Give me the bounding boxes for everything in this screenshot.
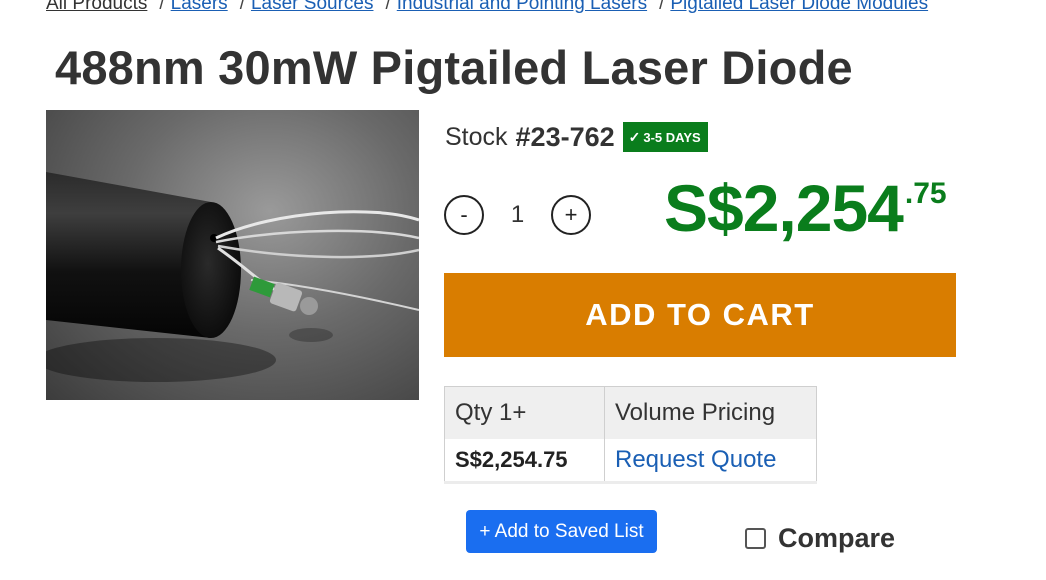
table-row: S$2,254.75 Request Quote [444,439,817,484]
breadcrumb-link-all-products[interactable]: All Products [46,0,147,15]
breadcrumb-link-lasers[interactable]: Lasers [171,0,228,15]
pricing-header-volume: Volume Pricing [604,386,817,439]
price-cents: .75 [904,177,947,210]
availability-badge: ✓ 3-5 DAYS [622,122,708,152]
stock-label: Stock [445,122,508,151]
availability-text: 3-5 DAYS [643,129,701,145]
stock-number: #23-762 [515,121,615,152]
request-quote-link[interactable]: Request Quote [604,439,817,484]
compare-label: Compare [778,523,896,553]
compare-toggle[interactable]: Compare [745,523,895,554]
breadcrumb-separator: / [239,0,245,14]
add-to-saved-list-button[interactable]: + Add to Saved List [466,510,657,553]
add-to-cart-button[interactable]: ADD TO CART [444,273,956,357]
pricing-header-qty: Qty 1+ [444,386,605,439]
quantity-stepper: - 1 + [444,195,591,235]
stock-info: Stock #23-762 ✓ 3-5 DAYS [445,118,708,156]
compare-checkbox[interactable] [745,528,766,549]
quantity-value[interactable]: 1 [484,201,551,229]
breadcrumb-link-laser-sources[interactable]: Laser Sources [251,0,374,15]
price-main: S$2,254 [664,171,904,245]
pricing-table-header: Qty 1+ Volume Pricing [444,386,817,439]
pricing-cell-price: S$2,254.75 [444,439,605,484]
breadcrumb-separator: / [159,0,165,14]
quantity-increment-button[interactable]: + [551,195,591,235]
breadcrumb-link-pigtailed-laser-diode-modules[interactable]: Pigtailed Laser Diode Modules [670,0,928,15]
check-icon: ✓ [628,128,641,145]
pricing-table: Qty 1+ Volume Pricing S$2,254.75 Request… [444,386,817,484]
breadcrumb-separator: / [385,0,391,14]
breadcrumb: All Products / Lasers / Laser Sources / … [46,0,928,17]
product-price: S$2,254.75 [664,170,947,246]
page-title: 488nm 30mW Pigtailed Laser Diode [55,41,853,94]
quantity-decrement-button[interactable]: - [444,195,484,235]
product-image[interactable] [46,110,419,400]
breadcrumb-separator: / [659,0,665,14]
breadcrumb-link-industrial-pointing-lasers[interactable]: Industrial and Pointing Lasers [397,0,647,15]
